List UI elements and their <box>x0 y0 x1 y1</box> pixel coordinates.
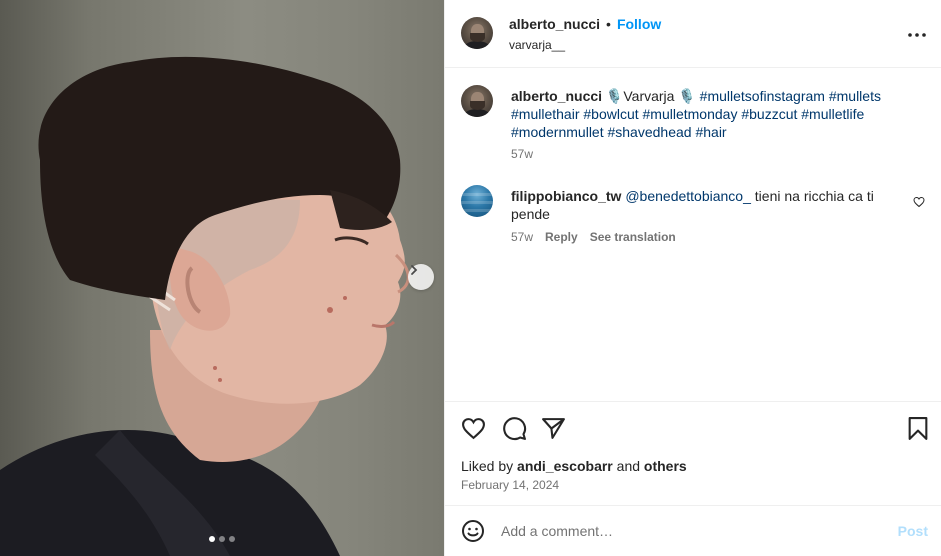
carousel-indicator <box>0 536 444 542</box>
caption-prefix: 🎙️Varvarja 🎙️ <box>605 88 696 104</box>
caption-item: alberto_nucci 🎙️Varvarja 🎙️ #mulletsofin… <box>461 85 931 175</box>
carousel-next-button[interactable] <box>408 264 434 290</box>
share-button[interactable] <box>541 416 566 446</box>
reply-button[interactable]: Reply <box>545 230 578 244</box>
audio-label[interactable]: varvarja__ <box>509 38 565 52</box>
liked-by-user[interactable]: andi_escobarr <box>517 458 613 474</box>
comment-composer: Post <box>445 505 941 556</box>
comments-section: alberto_nucci 🎙️Varvarja 🎙️ #mulletsofin… <box>445 69 941 401</box>
more-horizontal-icon <box>908 33 926 37</box>
smiley-icon <box>462 520 484 542</box>
follow-button[interactable]: Follow <box>617 16 661 32</box>
more-options-button[interactable] <box>908 24 926 42</box>
comment-meta: 57w Reply See translation <box>511 230 676 244</box>
post-media[interactable] <box>0 0 444 556</box>
likes-middle: and <box>612 458 644 474</box>
caption-text: alberto_nucci 🎙️Varvarja 🎙️ #mulletsofin… <box>511 87 911 141</box>
see-translation-button[interactable]: See translation <box>590 230 676 244</box>
post-header: alberto_nucci • Follow varvarja__ <box>445 0 941 68</box>
post-date[interactable]: February 14, 2024 <box>461 478 559 492</box>
author-username[interactable]: alberto_nucci <box>509 16 600 32</box>
commenter-avatar[interactable] <box>461 185 493 217</box>
likes-summary: Liked by andi_escobarr and others <box>461 458 687 474</box>
comment-item: filippobianco_tw @benedettobianco_ tieni… <box>461 185 931 255</box>
post-actions: Liked by andi_escobarr and others Februa… <box>445 401 941 505</box>
caption-username[interactable]: alberto_nucci <box>511 88 602 104</box>
comment-text: filippobianco_tw @benedettobianco_ tieni… <box>511 187 911 223</box>
carousel-dot <box>229 536 235 542</box>
comment-age[interactable]: 57w <box>511 230 533 244</box>
carousel-dot <box>209 536 215 542</box>
carousel-dot <box>219 536 225 542</box>
bookmark-icon <box>908 417 928 440</box>
caption-age[interactable]: 57w <box>511 147 533 161</box>
comment-username[interactable]: filippobianco_tw <box>511 188 621 204</box>
header-separator: • <box>606 16 611 32</box>
paper-plane-icon <box>542 418 565 439</box>
add-comment-input[interactable] <box>501 520 881 542</box>
chevron-right-icon <box>411 265 418 275</box>
author-avatar[interactable] <box>461 17 493 49</box>
post-photo <box>0 56 410 556</box>
post-side-panel: alberto_nucci • Follow varvarja__ albert… <box>444 0 941 556</box>
caption-meta: 57w <box>511 147 533 161</box>
like-button[interactable] <box>461 416 486 446</box>
post-comment-button[interactable]: Post <box>898 523 928 539</box>
comment-like-button[interactable] <box>913 195 925 213</box>
caption-author-avatar[interactable] <box>461 85 493 117</box>
save-button[interactable] <box>907 416 929 446</box>
heart-icon <box>462 418 485 440</box>
comment-bubble-icon <box>503 417 527 441</box>
likes-prefix: Liked by <box>461 458 518 474</box>
heart-icon <box>913 196 925 208</box>
emoji-button[interactable] <box>461 519 485 548</box>
comment-button[interactable] <box>502 416 527 446</box>
likes-others[interactable]: others <box>644 458 687 474</box>
comment-mention[interactable]: @benedettobianco_ <box>625 188 751 204</box>
